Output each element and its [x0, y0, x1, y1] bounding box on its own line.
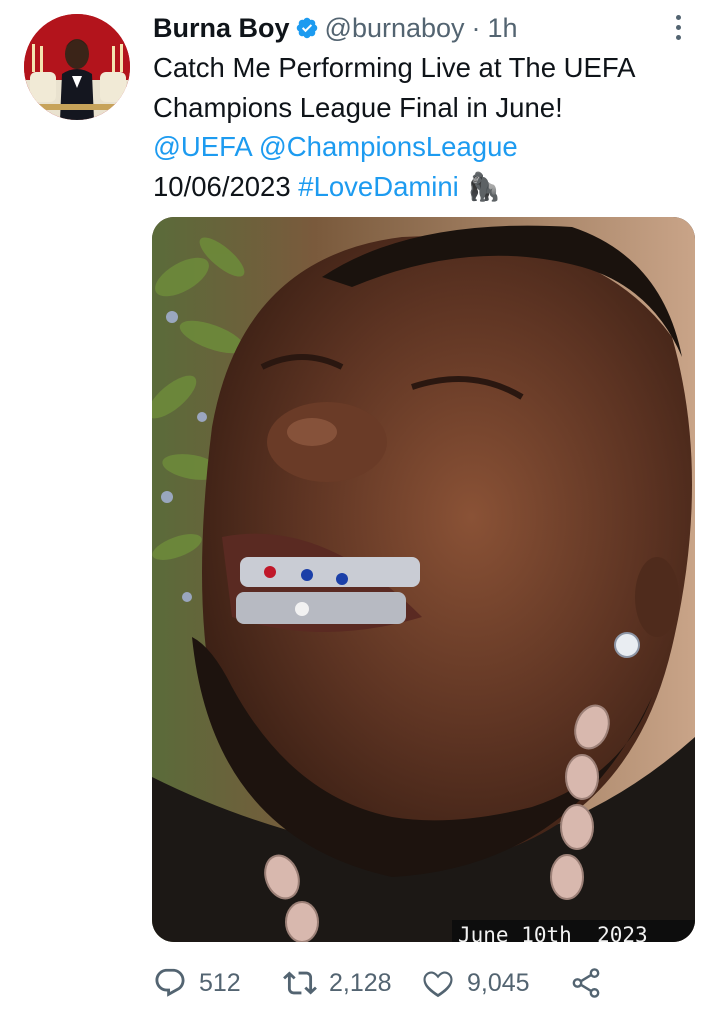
gorilla-emoji: 🦍 — [466, 170, 501, 202]
author-name[interactable]: Burna Boy — [153, 13, 290, 44]
tweet-mentions-line: @UEFA @ChampionsLeague — [153, 127, 693, 167]
like-button[interactable]: 9,045 — [421, 966, 569, 1000]
retweet-count: 2,128 — [329, 968, 392, 997]
mention-championsleague-link[interactable]: @ChampionsLeague — [259, 131, 518, 162]
share-button[interactable] — [569, 966, 603, 1000]
reply-count: 512 — [199, 968, 241, 997]
share-icon — [572, 968, 600, 998]
tweet-text: Catch Me Performing Live at The UEFA Cha… — [153, 48, 693, 206]
tweet-timestamp[interactable]: 1h — [488, 13, 518, 44]
more-vertical-icon[interactable] — [664, 10, 692, 44]
tweet-text-line: Catch Me Performing Live at The UEFA Cha… — [153, 52, 634, 123]
like-count: 9,045 — [467, 968, 530, 997]
retweet-button[interactable]: 2,128 — [283, 966, 421, 1000]
author-handle[interactable]: @burnaboy — [325, 13, 465, 44]
avatar-image — [24, 14, 130, 120]
tweet-media-photo[interactable]: June 10th 2023 — [152, 217, 695, 942]
tweet-actions-bar: 512 2,128 9,045 — [153, 960, 603, 1006]
separator-dot: · — [471, 12, 481, 43]
author-avatar[interactable] — [24, 14, 130, 120]
verified-badge-icon — [295, 16, 319, 40]
mention-uefa-link[interactable]: @UEFA — [153, 131, 251, 162]
tweet-date-text: 10/06/2023 — [153, 170, 291, 202]
reply-icon — [155, 968, 185, 997]
media-date-caption: June 10th 2023 — [452, 920, 695, 942]
photo-illustration — [152, 217, 695, 942]
tweet-date-line: 10/06/2023 #LoveDamini 🦍 — [153, 167, 693, 207]
reply-button[interactable]: 512 — [153, 966, 271, 1000]
heart-icon — [423, 971, 453, 998]
tweet-header: Burna Boy @burnaboy · 1h — [153, 8, 660, 48]
retweet-icon — [283, 971, 317, 995]
hashtag-link[interactable]: #LoveDamini — [298, 171, 459, 202]
